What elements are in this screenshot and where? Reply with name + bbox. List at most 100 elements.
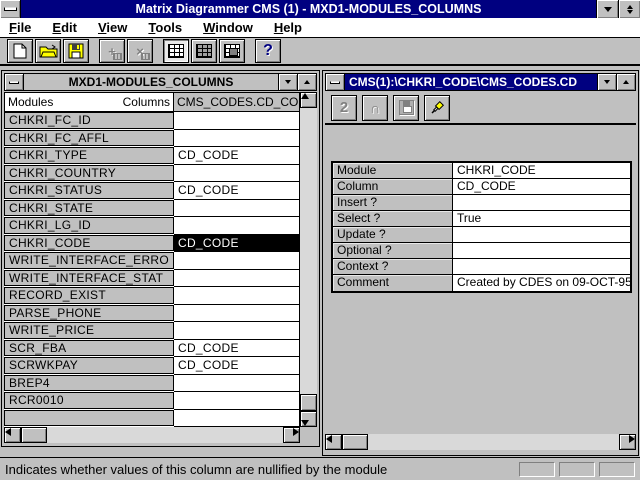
module-row-header[interactable]: PARSE_PHONE xyxy=(4,305,174,322)
system-menu-button[interactable] xyxy=(0,0,21,18)
help-button[interactable]: ? xyxy=(255,39,281,63)
add-association-button[interactable]: + xyxy=(99,39,125,63)
module-row-header[interactable]: RECORD_EXIST xyxy=(4,287,174,304)
scrollbar-track[interactable] xyxy=(300,108,317,411)
scrollbar-track[interactable] xyxy=(341,434,620,450)
menu-item[interactable]: Tools xyxy=(148,20,182,35)
menu-item[interactable]: View xyxy=(98,20,127,35)
module-row-header[interactable]: CHKRI_FC_AFFL xyxy=(4,130,174,147)
property-label: Optional ? xyxy=(333,243,453,259)
module-row-header[interactable]: CHKRI_COUNTRY xyxy=(4,165,174,182)
scroll-left-button[interactable] xyxy=(4,427,21,443)
property-value[interactable]: CHKRI_CODE xyxy=(453,163,630,179)
menu-item[interactable]: Help xyxy=(274,20,302,35)
matrix-cell[interactable] xyxy=(174,305,299,323)
matrix-cell[interactable] xyxy=(174,200,299,218)
matrix-cell[interactable] xyxy=(174,130,299,148)
module-row-header[interactable]: WRITE_INTERFACE_STAT xyxy=(4,270,174,287)
matrix-fill-button[interactable] xyxy=(191,39,217,63)
property-value[interactable]: True xyxy=(453,211,630,227)
module-row-header[interactable]: SCR_FBA xyxy=(4,340,174,357)
scroll-right-button[interactable] xyxy=(619,434,636,450)
matrix-grid-icon xyxy=(168,44,184,58)
property-value[interactable]: CD_CODE xyxy=(453,179,630,195)
matrix-window-maximize-button[interactable] xyxy=(297,74,316,90)
menu-item[interactable]: Window xyxy=(203,20,253,35)
matrix-focus-button[interactable] xyxy=(219,39,245,63)
scrollbar-thumb[interactable] xyxy=(342,434,368,450)
matrix-cell[interactable]: CD_CODE xyxy=(174,235,299,253)
system-menu-icon xyxy=(9,81,19,84)
scroll-left-button[interactable] xyxy=(325,434,342,450)
matrix-cell[interactable] xyxy=(174,217,299,235)
module-row-header[interactable]: CHKRI_TYPE xyxy=(4,147,174,164)
properties-window-minimize-button[interactable] xyxy=(597,74,616,90)
scroll-down-button[interactable] xyxy=(300,411,317,427)
scrollbar-thumb[interactable] xyxy=(21,427,47,443)
matrix-window-title-bar: MXD1-MODULES_COLUMNS xyxy=(4,73,317,91)
matrix-cell[interactable] xyxy=(174,375,299,393)
scrollbar-track[interactable] xyxy=(20,427,284,443)
module-row-header[interactable]: CHKRI_CODE xyxy=(4,235,174,252)
property-value[interactable] xyxy=(453,259,630,275)
module-row-header[interactable]: CHKRI_FC_ID xyxy=(4,112,174,129)
matrix-cell[interactable] xyxy=(174,322,299,340)
matrix-cell[interactable] xyxy=(174,287,299,305)
status-panel-1 xyxy=(519,462,555,477)
open-button[interactable] xyxy=(35,39,61,63)
matrix-cell[interactable]: CD_CODE xyxy=(174,182,299,200)
save-button[interactable] xyxy=(63,39,89,63)
matrix-cell[interactable] xyxy=(174,410,299,428)
matrix-row: CHKRI_CODE CD_CODE xyxy=(4,235,299,253)
save-properties-button[interactable] xyxy=(393,95,419,121)
undo-button[interactable]: 2 xyxy=(331,95,357,121)
module-row-header[interactable]: BREP4 xyxy=(4,375,174,392)
pin-button[interactable] xyxy=(424,95,450,121)
matrix-window-title: MXD1-MODULES_COLUMNS xyxy=(24,74,278,90)
module-row-header[interactable]: SCRWKPAY xyxy=(4,357,174,374)
minimize-button[interactable] xyxy=(596,0,618,18)
new-document-button[interactable] xyxy=(7,39,33,63)
matrix-cell[interactable] xyxy=(174,252,299,270)
module-row-header[interactable]: CHKRI_STATUS xyxy=(4,182,174,199)
matrix-cell[interactable]: CD_CODE xyxy=(174,147,299,165)
matrix-cell[interactable] xyxy=(174,392,299,410)
properties-window-maximize-button[interactable] xyxy=(616,74,635,90)
property-row: Insert ? xyxy=(333,195,630,211)
matrix-row xyxy=(4,410,299,428)
scroll-right-button[interactable] xyxy=(283,427,300,443)
revert-button[interactable]: ∩ xyxy=(362,95,388,121)
menu-item[interactable]: File xyxy=(9,20,31,35)
module-row-header[interactable] xyxy=(4,410,174,427)
matrix-cell[interactable]: CD_CODE xyxy=(174,340,299,358)
properties-window-system-button[interactable] xyxy=(326,74,345,90)
module-row-header[interactable]: WRITE_INTERFACE_ERRO xyxy=(4,252,174,269)
menu-item[interactable]: Edit xyxy=(52,20,77,35)
matrix-cell[interactable]: CD_CODE xyxy=(174,357,299,375)
delete-association-button[interactable]: × xyxy=(127,39,153,63)
scroll-up-icon xyxy=(301,93,309,99)
matrix-cell[interactable] xyxy=(174,165,299,183)
scrollbar-thumb[interactable] xyxy=(300,394,317,411)
matrix-grid-button[interactable] xyxy=(163,39,189,63)
property-label: Update ? xyxy=(333,227,453,243)
new-document-icon xyxy=(13,43,27,59)
maximize-icon xyxy=(623,80,629,84)
module-row-header[interactable]: WRITE_PRICE xyxy=(4,322,174,339)
property-value[interactable] xyxy=(453,243,630,259)
matrix-cell[interactable] xyxy=(174,112,299,130)
matrix-cell[interactable] xyxy=(174,270,299,288)
column-header[interactable]: CMS_CODES.CD_COD xyxy=(174,92,300,112)
restore-button[interactable] xyxy=(618,0,640,18)
property-value[interactable] xyxy=(453,195,630,211)
property-value[interactable] xyxy=(453,227,630,243)
revert-icon: ∩ xyxy=(370,101,380,115)
property-value[interactable]: Created by CDES on 09-OCT-95. xyxy=(453,275,630,291)
scroll-up-button[interactable] xyxy=(300,92,317,108)
matrix-window-system-button[interactable] xyxy=(5,74,24,90)
module-row-header[interactable]: CHKRI_STATE xyxy=(4,200,174,217)
matrix-window-minimize-button[interactable] xyxy=(278,74,297,90)
matrix-vertical-scrollbar xyxy=(300,92,317,427)
module-row-header[interactable]: RCR0010 xyxy=(4,392,174,409)
module-row-header[interactable]: CHKRI_LG_ID xyxy=(4,217,174,234)
